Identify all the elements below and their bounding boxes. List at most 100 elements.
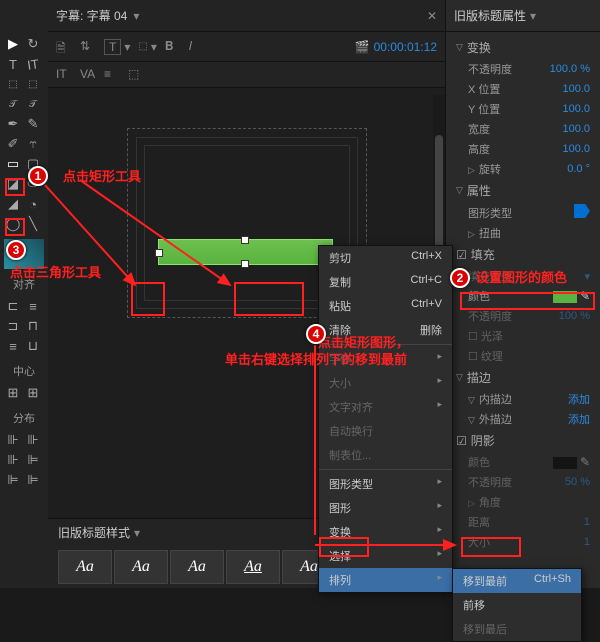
fill-color-label: 颜色	[468, 288, 490, 304]
style-swatch[interactable]: Aa	[58, 550, 112, 584]
properties-title: 旧版标题属性	[454, 7, 526, 24]
opacity-value[interactable]: 100.0 %	[550, 63, 590, 75]
arc-tool[interactable]: ◔	[24, 195, 42, 213]
center-v-icon[interactable]: ⊞	[24, 384, 42, 402]
ctx-shape[interactable]: 图形▸	[319, 496, 452, 520]
xpos-label: X 位置	[468, 81, 500, 97]
tab-icon-1[interactable]: IT	[56, 67, 72, 83]
inner-stroke-add[interactable]: 添加	[568, 391, 590, 407]
marker-1: 1	[28, 166, 48, 186]
dropdown-icon[interactable]: ▾	[133, 9, 139, 23]
height-label: 高度	[468, 141, 490, 157]
path-type-tool[interactable]: 𝒯	[4, 95, 22, 113]
align-right-icon[interactable]: ⊐	[4, 317, 22, 335]
fill-type-label: 填充类型	[468, 268, 512, 284]
ctx-copy[interactable]: 复制Ctrl+C	[319, 270, 452, 294]
dist-icon-3[interactable]: ⊪	[4, 451, 22, 469]
ypos-label: Y 位置	[468, 101, 500, 117]
rectangle-tool[interactable]: ▭	[4, 155, 22, 173]
style-swatch[interactable]: Aa	[114, 550, 168, 584]
align-left-icon[interactable]: ⊏	[4, 297, 22, 315]
align-bottom-icon[interactable]: ⊔	[24, 337, 42, 355]
line-tool[interactable]: ╲	[24, 215, 42, 233]
outer-stroke-add[interactable]: 添加	[568, 411, 590, 427]
ctx-transform[interactable]: 变换▸	[319, 520, 452, 544]
style-swatch[interactable]: Aa	[226, 550, 280, 584]
ctx-bring-to-front[interactable]: 移到最前Ctrl+Sh	[453, 569, 581, 593]
marker-3: 3	[6, 240, 26, 260]
area-type-v-tool[interactable]: ⬚	[24, 75, 42, 93]
inner-stroke-label: ▽内描边	[468, 391, 512, 407]
ctx-size: 大小▸	[319, 371, 452, 395]
dist-icon-6[interactable]: ⊫	[24, 471, 42, 489]
clip-rect-tool[interactable]: ◪	[4, 175, 22, 193]
dist-icon-1[interactable]: ⊪	[4, 431, 22, 449]
align-top-icon[interactable]: ⊓	[24, 317, 42, 335]
rotate-tool[interactable]: ↻	[24, 35, 42, 53]
tab-icon-4[interactable]: ⬚	[128, 67, 144, 83]
path-type-v-tool[interactable]: 𝒯	[24, 95, 42, 113]
selection-tool[interactable]: ▶	[4, 35, 22, 53]
ctx-send-to-back[interactable]: 移到最后	[453, 617, 581, 641]
width-label: 宽度	[468, 121, 490, 137]
wedge-tool[interactable]: ◢	[4, 195, 22, 213]
ctx-arrange[interactable]: 排列▸ 移到最前Ctrl+Sh 前移 移到最后	[319, 568, 452, 592]
area-type-tool[interactable]: ⬚	[4, 75, 22, 93]
close-button[interactable]: ✕	[427, 9, 437, 23]
bold-icon[interactable]: 𝐁	[165, 39, 181, 55]
ctx-cut[interactable]: 剪切Ctrl+X	[319, 246, 452, 270]
ctx-shape-type[interactable]: 图形类型▸	[319, 472, 452, 496]
align-hcenter-icon[interactable]: ≡	[24, 297, 42, 315]
convert-anchor-tool[interactable]: ⥾	[24, 135, 42, 153]
ctx-align: 文字对齐▸	[319, 395, 452, 419]
height-value[interactable]: 100.0	[562, 143, 590, 155]
rectangle-shape[interactable]	[158, 239, 333, 265]
new-title-icon[interactable]: 🗎	[56, 39, 72, 55]
dist-icon-5[interactable]: ⊫	[4, 471, 22, 489]
dist-icon-4[interactable]: ⊫	[24, 451, 42, 469]
ctx-wrap: 自动换行	[319, 419, 452, 443]
font-dropdown[interactable]: T▾	[104, 39, 130, 55]
rotation-label: ▷旋转	[468, 161, 501, 177]
shadow-size-label: 大小	[468, 534, 490, 550]
roll-icon[interactable]: ⇅	[80, 39, 96, 55]
ctx-tabs: 制表位...	[319, 443, 452, 467]
pen-tool[interactable]: ✒	[4, 115, 22, 133]
shadow-section[interactable]: ☑阴影	[446, 429, 600, 452]
width-value[interactable]: 100.0	[562, 123, 590, 135]
italic-icon[interactable]: 𝐼	[189, 39, 205, 55]
shadow-angle-label: ▷角度	[468, 494, 501, 510]
ellipse-tool[interactable]: ◯	[4, 215, 22, 233]
properties-panel: 旧版标题属性▾ ▽变换 不透明度100.0 % X 位置100.0 Y 位置10…	[445, 0, 600, 588]
delete-anchor-tool[interactable]: ✐	[4, 135, 22, 153]
align-section-label: 对齐	[4, 276, 44, 292]
center-h-icon[interactable]: ⊞	[4, 384, 22, 402]
shape-type-value[interactable]	[574, 204, 590, 221]
ctx-paste[interactable]: 粘贴Ctrl+V	[319, 294, 452, 318]
style-swatch[interactable]: Aa	[170, 550, 224, 584]
tab-icon-2[interactable]: VA	[80, 67, 96, 83]
tab-icon-3[interactable]: ≡	[104, 67, 120, 83]
vertical-type-tool[interactable]: IT	[23, 54, 43, 74]
horizontal-type-tool[interactable]: T	[4, 55, 22, 73]
ctx-select[interactable]: 选择▸	[319, 544, 452, 568]
fill-opacity-value[interactable]: 100 %	[559, 310, 590, 322]
template-dropdown[interactable]: ⬚▾	[138, 40, 156, 54]
marker-2: 2	[450, 268, 470, 288]
properties-section[interactable]: ▽属性	[446, 179, 600, 202]
xpos-value[interactable]: 100.0	[562, 83, 590, 95]
ypos-value[interactable]: 100.0	[562, 103, 590, 115]
align-vcenter-icon[interactable]: ≡	[4, 337, 22, 355]
fill-color-value[interactable]: ✎	[553, 289, 590, 303]
dist-icon-2[interactable]: ⊪	[24, 431, 42, 449]
fill-section[interactable]: ☑填充	[446, 243, 600, 266]
stroke-section[interactable]: ▽描边	[446, 366, 600, 389]
transform-section[interactable]: ▽变换	[446, 36, 600, 59]
ctx-bring-forward[interactable]: 前移	[453, 593, 581, 617]
ctx-clear[interactable]: 清除删除	[319, 318, 452, 342]
rotation-value[interactable]: 0.0 °	[567, 163, 590, 175]
add-anchor-tool[interactable]: ✎	[24, 115, 42, 133]
texture-label: ☐ 纹理	[468, 348, 503, 364]
distribute-section-label: 分布	[4, 410, 44, 426]
opacity-label: 不透明度	[468, 61, 512, 77]
